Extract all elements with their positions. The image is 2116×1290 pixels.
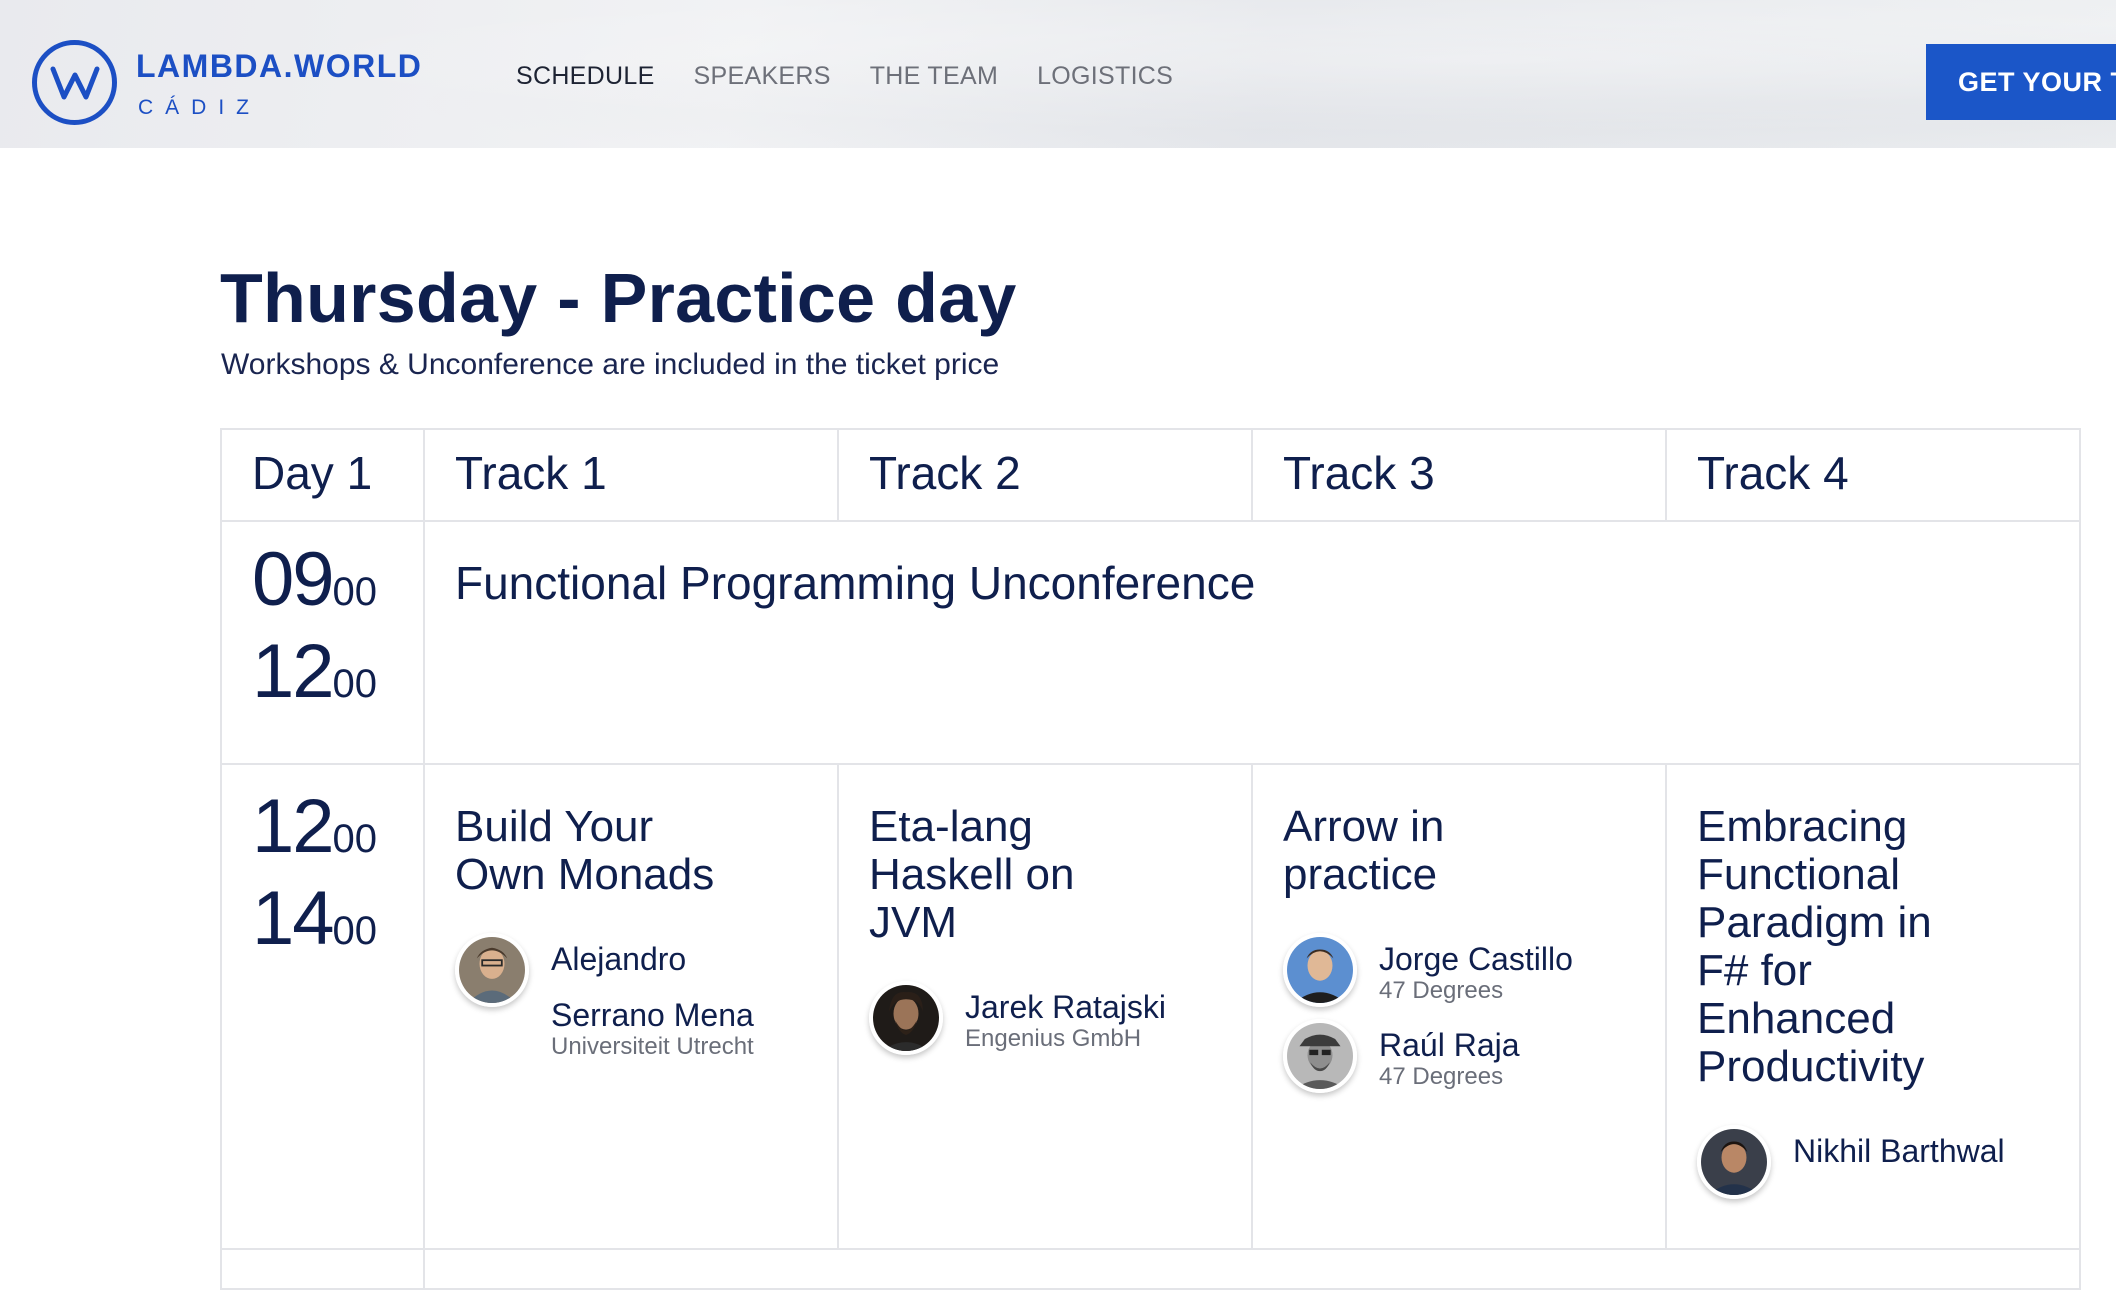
page-subtitle: Workshops & Unconference are included in…: [221, 348, 1000, 381]
speaker-avatar[interactable]: [1283, 1019, 1357, 1093]
talk-cell-track-4[interactable]: Embracing Functional Paradigm in F# for …: [1665, 763, 2081, 1250]
nav-schedule[interactable]: SCHEDULE: [516, 62, 655, 91]
end-time: 1200: [252, 629, 378, 714]
speaker[interactable]: Nikhil Barthwal: [1697, 1125, 2059, 1199]
main-nav: SCHEDULE SPEAKERS THE TEAM LOGISTICS: [516, 62, 1173, 91]
nav-speakers[interactable]: SPEAKERS: [694, 62, 831, 91]
logo-title[interactable]: LAMBDA.WORLD: [136, 48, 422, 85]
speaker-name: Serrano Mena: [551, 997, 754, 1033]
speaker-avatar[interactable]: [455, 933, 529, 1007]
get-your-ticket-button[interactable]: GET YOUR T: [1926, 44, 2116, 120]
unconference-cell[interactable]: Functional Programming Unconference: [423, 520, 2081, 765]
lambda-world-logo-icon[interactable]: [32, 40, 117, 125]
talk-title[interactable]: Eta-lang Haskell on JVM: [869, 803, 1109, 947]
time-cell: [220, 1248, 425, 1290]
talk-title[interactable]: Embracing Functional Paradigm in F# for …: [1697, 803, 1987, 1091]
speaker-avatar[interactable]: [1697, 1125, 1771, 1199]
talk-cell-track-3[interactable]: Arrow in practice Jorge Castillo 47 Degr…: [1251, 763, 1667, 1250]
speaker-name: Raúl Raja: [1379, 1027, 1520, 1063]
speaker-name: Jarek Ratajski: [965, 989, 1166, 1025]
speaker-avatar[interactable]: [869, 981, 943, 1055]
header-track-1: Track 1: [423, 428, 839, 522]
site-header: LAMBDA.WORLD CÁDIZ SCHEDULE SPEAKERS THE…: [0, 0, 2116, 148]
speaker-company: 47 Degrees: [1379, 1063, 1504, 1090]
end-time: 1400: [252, 876, 378, 961]
header-track-3: Track 3: [1251, 428, 1667, 522]
speaker[interactable]: Raúl Raja 47 Degrees: [1283, 1019, 1645, 1093]
start-time: 1200: [252, 784, 378, 869]
time-cell: 0900 1200: [220, 520, 425, 765]
start-time: 0900: [252, 537, 378, 622]
talk-title[interactable]: Arrow in practice: [1283, 803, 1503, 899]
speaker-avatar[interactable]: [1283, 933, 1357, 1007]
page-title: Thursday - Practice day: [220, 259, 1017, 337]
session-title[interactable]: Functional Programming Unconference: [425, 522, 2079, 610]
speaker-name: Alejandro: [551, 941, 687, 977]
header-track-4: Track 4: [1665, 428, 2081, 522]
speaker[interactable]: Alejandro Serrano Mena Universiteit Utre…: [455, 933, 817, 1061]
talk-cell-track-2[interactable]: Eta-lang Haskell on JVM Jarek Ratajski E…: [837, 763, 1253, 1250]
next-slot-cell: [423, 1248, 2081, 1290]
table-header-row: Day 1 Track 1 Track 2 Track 3 Track 4: [220, 428, 2081, 522]
logo-subtitle: CÁDIZ: [138, 96, 261, 119]
table-row: 0900 1200 Functional Programming Unconfe…: [220, 520, 2081, 765]
speaker-company: Engenius GmbH: [965, 1025, 1142, 1052]
table-row: 1200 1400 Build Your Own Monads Alejandr…: [220, 763, 2081, 1250]
nav-the-team[interactable]: THE TEAM: [870, 62, 998, 91]
speaker-name: Jorge Castillo: [1379, 941, 1573, 977]
nav-logistics[interactable]: LOGISTICS: [1037, 62, 1173, 91]
time-cell: 1200 1400: [220, 763, 425, 1250]
schedule-table: Day 1 Track 1 Track 2 Track 3 Track 4 09…: [220, 428, 2081, 1290]
speaker[interactable]: Jorge Castillo 47 Degrees: [1283, 933, 1645, 1007]
header-track-2: Track 2: [837, 428, 1253, 522]
speaker-company: Universiteit Utrecht: [551, 1033, 754, 1060]
header-day: Day 1: [220, 428, 425, 522]
speaker-name: Nikhil Barthwal: [1793, 1133, 2005, 1169]
speaker[interactable]: Jarek Ratajski Engenius GmbH: [869, 981, 1231, 1055]
talk-cell-track-1[interactable]: Build Your Own Monads Alejandro Serrano …: [423, 763, 839, 1250]
talk-title[interactable]: Build Your Own Monads: [455, 803, 755, 899]
speaker-company: 47 Degrees: [1379, 977, 1504, 1004]
table-row: [220, 1248, 2081, 1290]
